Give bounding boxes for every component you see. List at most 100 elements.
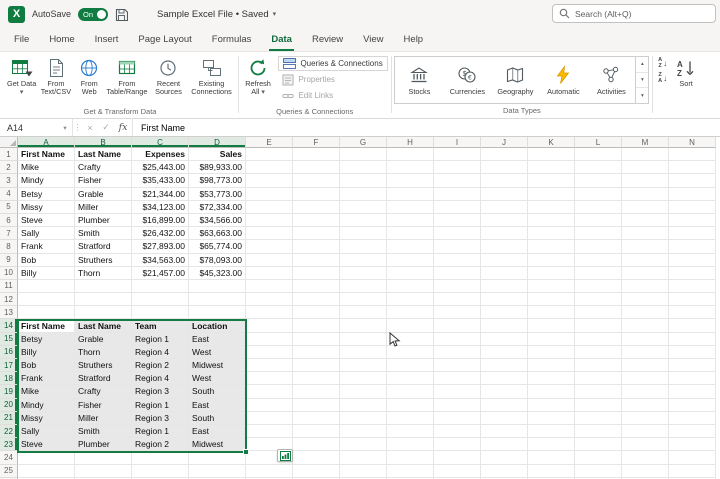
cell-F12[interactable] [293,293,340,307]
cell-J16[interactable] [481,345,528,359]
cell-B10[interactable]: Thorn [75,266,132,280]
cell-D2[interactable]: $89,933.00 [189,161,246,175]
cell-L25[interactable] [575,464,622,478]
cell-A3[interactable]: Mindy [18,174,75,188]
cell-K14[interactable] [528,319,575,333]
row-header-22[interactable]: 22 [0,424,18,439]
cell-G16[interactable] [340,345,387,359]
cell-G23[interactable] [340,438,387,452]
name-box[interactable]: A14 [0,119,58,136]
column-header-J[interactable]: J [481,137,528,148]
row-header-17[interactable]: 17 [0,359,18,373]
cell-D24[interactable] [189,451,246,465]
cell-I20[interactable] [434,398,481,412]
cell-B12[interactable] [75,293,132,307]
tab-review[interactable]: Review [302,28,353,51]
cell-H25[interactable] [387,464,434,478]
cell-K21[interactable] [528,411,575,425]
cell-J6[interactable] [481,213,528,228]
search-input[interactable]: Search (Alt+Q) [552,4,716,23]
cell-G14[interactable] [340,319,387,333]
cell-H9[interactable] [387,253,434,267]
cell-G4[interactable] [340,187,387,201]
cell-K11[interactable] [528,279,575,294]
column-header-E[interactable]: E [246,137,293,148]
cell-G8[interactable] [340,240,387,254]
cell-N14[interactable] [669,319,716,333]
cell-H3[interactable] [387,174,434,188]
cell-A23[interactable]: Steve [18,438,75,452]
cell-L2[interactable] [575,161,622,175]
quick-analysis-button[interactable] [277,449,293,462]
cell-M24[interactable] [622,451,669,465]
cell-D12[interactable] [189,293,246,307]
cell-L10[interactable] [575,266,622,280]
tab-view[interactable]: View [353,28,393,51]
cell-L20[interactable] [575,398,622,412]
cell-E14[interactable] [246,319,293,333]
cell-G18[interactable] [340,372,387,386]
cell-K1[interactable] [528,148,575,162]
cell-L24[interactable] [575,451,622,465]
cell-C2[interactable]: $25,443.00 [132,161,189,175]
cell-F21[interactable] [293,411,340,425]
cell-J24[interactable] [481,451,528,465]
cell-A24[interactable] [18,451,75,465]
column-header-K[interactable]: K [528,137,575,148]
row-header-1[interactable]: 1 [0,148,18,162]
cell-L18[interactable] [575,372,622,386]
cell-H8[interactable] [387,240,434,254]
cell-B18[interactable]: Stratford [75,372,132,386]
tab-insert[interactable]: Insert [85,28,129,51]
cell-B17[interactable]: Struthers [75,359,132,373]
cell-N12[interactable] [669,293,716,307]
cell-I19[interactable] [434,385,481,399]
cell-M9[interactable] [622,253,669,267]
cell-C11[interactable] [132,279,189,294]
sort-za-button[interactable]: Z A ↓ [656,72,669,85]
cell-C9[interactable]: $34,563.00 [132,253,189,267]
automatic-button[interactable]: Automatic [539,57,587,103]
cell-G11[interactable] [340,279,387,294]
cell-J2[interactable] [481,161,528,175]
cell-D22[interactable]: East [189,424,246,439]
cell-J9[interactable] [481,253,528,267]
cell-M8[interactable] [622,240,669,254]
cell-D7[interactable]: $63,663.00 [189,227,246,241]
get-data-button[interactable]: Get Data ▾ [5,53,38,97]
geography-button[interactable]: Geography [491,57,539,103]
cell-D5[interactable]: $72,334.00 [189,200,246,214]
cell-D3[interactable]: $98,773.00 [189,174,246,188]
cell-I2[interactable] [434,161,481,175]
cell-B2[interactable]: Crafty [75,161,132,175]
cell-M3[interactable] [622,174,669,188]
cell-B24[interactable] [75,451,132,465]
cell-G5[interactable] [340,200,387,214]
cell-L8[interactable] [575,240,622,254]
formula-bar-splitter[interactable]: ⋮ [72,119,82,136]
cell-F7[interactable] [293,227,340,241]
name-box-dropdown-icon[interactable]: ▾ [58,119,72,136]
cell-N11[interactable] [669,279,716,294]
cell-K20[interactable] [528,398,575,412]
cell-F25[interactable] [293,464,340,478]
cell-F3[interactable] [293,174,340,188]
cell-D16[interactable]: West [189,345,246,359]
cell-J22[interactable] [481,424,528,439]
cell-E3[interactable] [246,174,293,188]
cell-I21[interactable] [434,411,481,425]
column-header-B[interactable]: B [75,137,132,148]
cell-L22[interactable] [575,424,622,439]
recent-sources-button[interactable]: Recent Sources [149,53,188,97]
cell-C18[interactable]: Region 4 [132,372,189,386]
cell-E13[interactable] [246,306,293,320]
cell-F20[interactable] [293,398,340,412]
cell-L4[interactable] [575,187,622,201]
cell-I6[interactable] [434,213,481,228]
cell-B4[interactable]: Grable [75,187,132,201]
cell-H21[interactable] [387,411,434,425]
cell-G10[interactable] [340,266,387,280]
cell-A25[interactable] [18,464,75,478]
cell-E11[interactable] [246,279,293,294]
cell-F9[interactable] [293,253,340,267]
